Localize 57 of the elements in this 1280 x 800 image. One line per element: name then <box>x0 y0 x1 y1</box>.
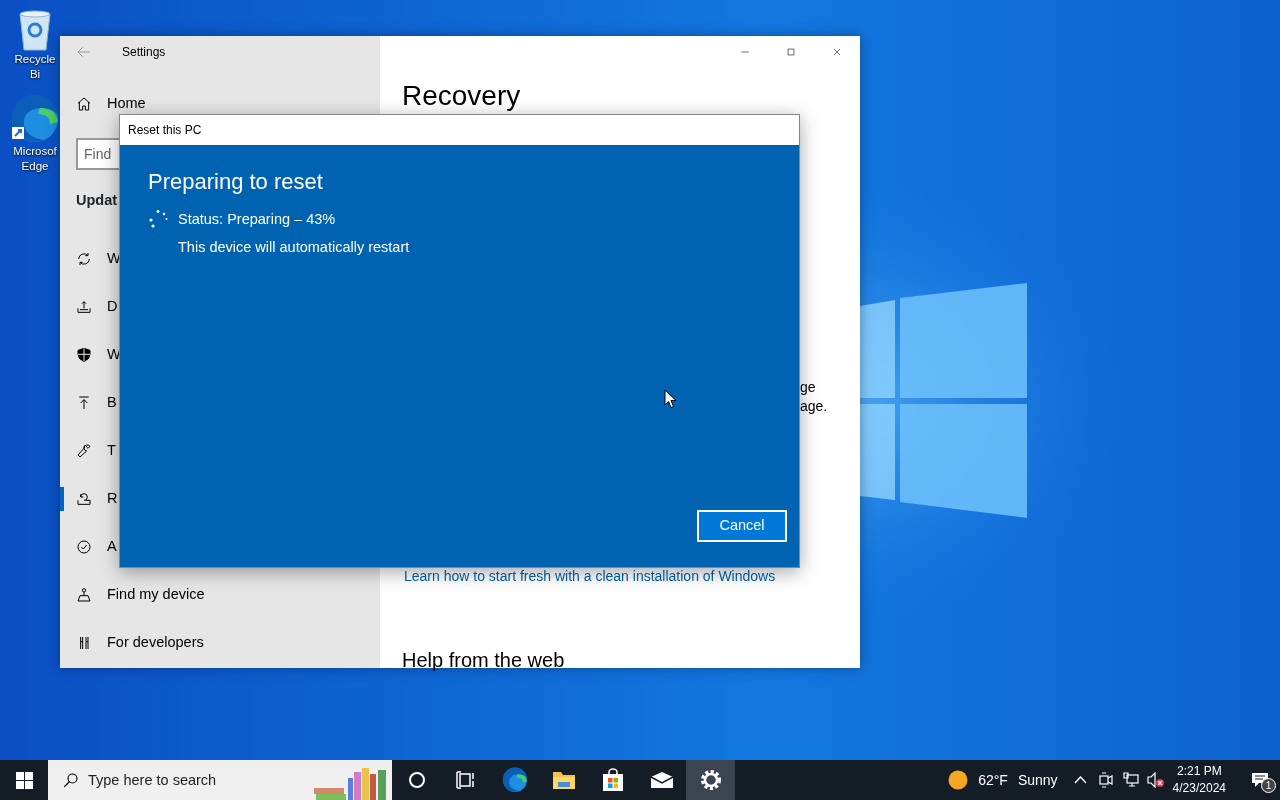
body-text: age. <box>800 397 829 416</box>
home-icon <box>76 96 92 112</box>
maximize-icon <box>784 45 798 59</box>
shield-icon <box>76 347 92 363</box>
back-arrow-icon <box>76 44 92 60</box>
sidebar-item[interactable]: R <box>60 475 120 523</box>
checkmark-circle-icon <box>76 539 92 555</box>
page-heading: Recovery <box>402 80 522 112</box>
temperature-text[interactable]: 62°F <box>978 769 1008 791</box>
person-pin-icon <box>76 587 92 603</box>
cancel-button[interactable]: Cancel <box>697 510 787 542</box>
taskbar-button[interactable] <box>686 760 735 800</box>
camera-icon[interactable] <box>1098 772 1113 788</box>
sidebar-item[interactable]: Find my device <box>60 571 207 619</box>
chevron-up-icon[interactable] <box>1073 776 1087 784</box>
sidebar-item[interactable]: T <box>60 427 118 475</box>
upload-tray-icon <box>76 299 92 315</box>
wrench-icon <box>76 443 92 459</box>
search-field[interactable]: Find <box>76 138 119 170</box>
help-link[interactable]: Learn how to start fresh with a clean installation of Windows <box>404 566 776 587</box>
sidebar-item[interactable]: D <box>60 283 120 331</box>
clock-date[interactable]: 4/23/2024 <box>1172 780 1226 797</box>
cursor-icon <box>664 389 677 409</box>
dialog-heading: Preparing to reset <box>148 168 324 196</box>
notifications-button[interactable]: 1 <box>1240 760 1280 800</box>
status-text: Status: Preparing – 43% <box>178 210 336 229</box>
weather-condition[interactable]: Sunny <box>1017 769 1058 791</box>
icon-label: Microsof Edge <box>13 144 57 174</box>
body-text: ge <box>800 378 817 397</box>
gear-icon <box>699 769 722 791</box>
network-icon[interactable] <box>1122 772 1139 788</box>
section-heading: Updat <box>75 191 118 210</box>
cortana-circle-icon <box>407 771 426 789</box>
status-note: This device will automatically restart <box>178 237 411 257</box>
window-title: Settings <box>122 44 166 61</box>
taskbar-search-field[interactable]: Type here to search <box>48 760 392 800</box>
windows-logo-icon <box>15 771 33 789</box>
sidebar-item[interactable]: B <box>60 379 119 427</box>
search-icon <box>62 771 80 789</box>
sidebar-item[interactable]: A <box>60 523 119 571</box>
clock-time[interactable]: 2:21 PM <box>1176 763 1222 780</box>
sidebar-item[interactable]: For developers <box>60 619 206 667</box>
folder-icon <box>551 769 576 791</box>
section-heading: Help from the web <box>402 648 566 672</box>
notification-count: 1 <box>1261 778 1276 793</box>
envelope-icon <box>649 771 674 789</box>
sun-icon[interactable] <box>948 770 969 790</box>
upload-arrow-icon <box>76 395 92 411</box>
dialog-title: Reset this PC <box>120 115 799 145</box>
muted-speaker-icon[interactable] <box>1146 772 1165 788</box>
sync-icon <box>76 251 92 267</box>
task-view-icon <box>455 771 476 789</box>
icon-label: Recycle Bi <box>14 52 56 82</box>
browser-icon[interactable] <box>10 94 60 144</box>
shopping-bag-icon <box>600 768 625 792</box>
browser-icon <box>501 767 528 793</box>
recovery-icon <box>76 491 92 507</box>
